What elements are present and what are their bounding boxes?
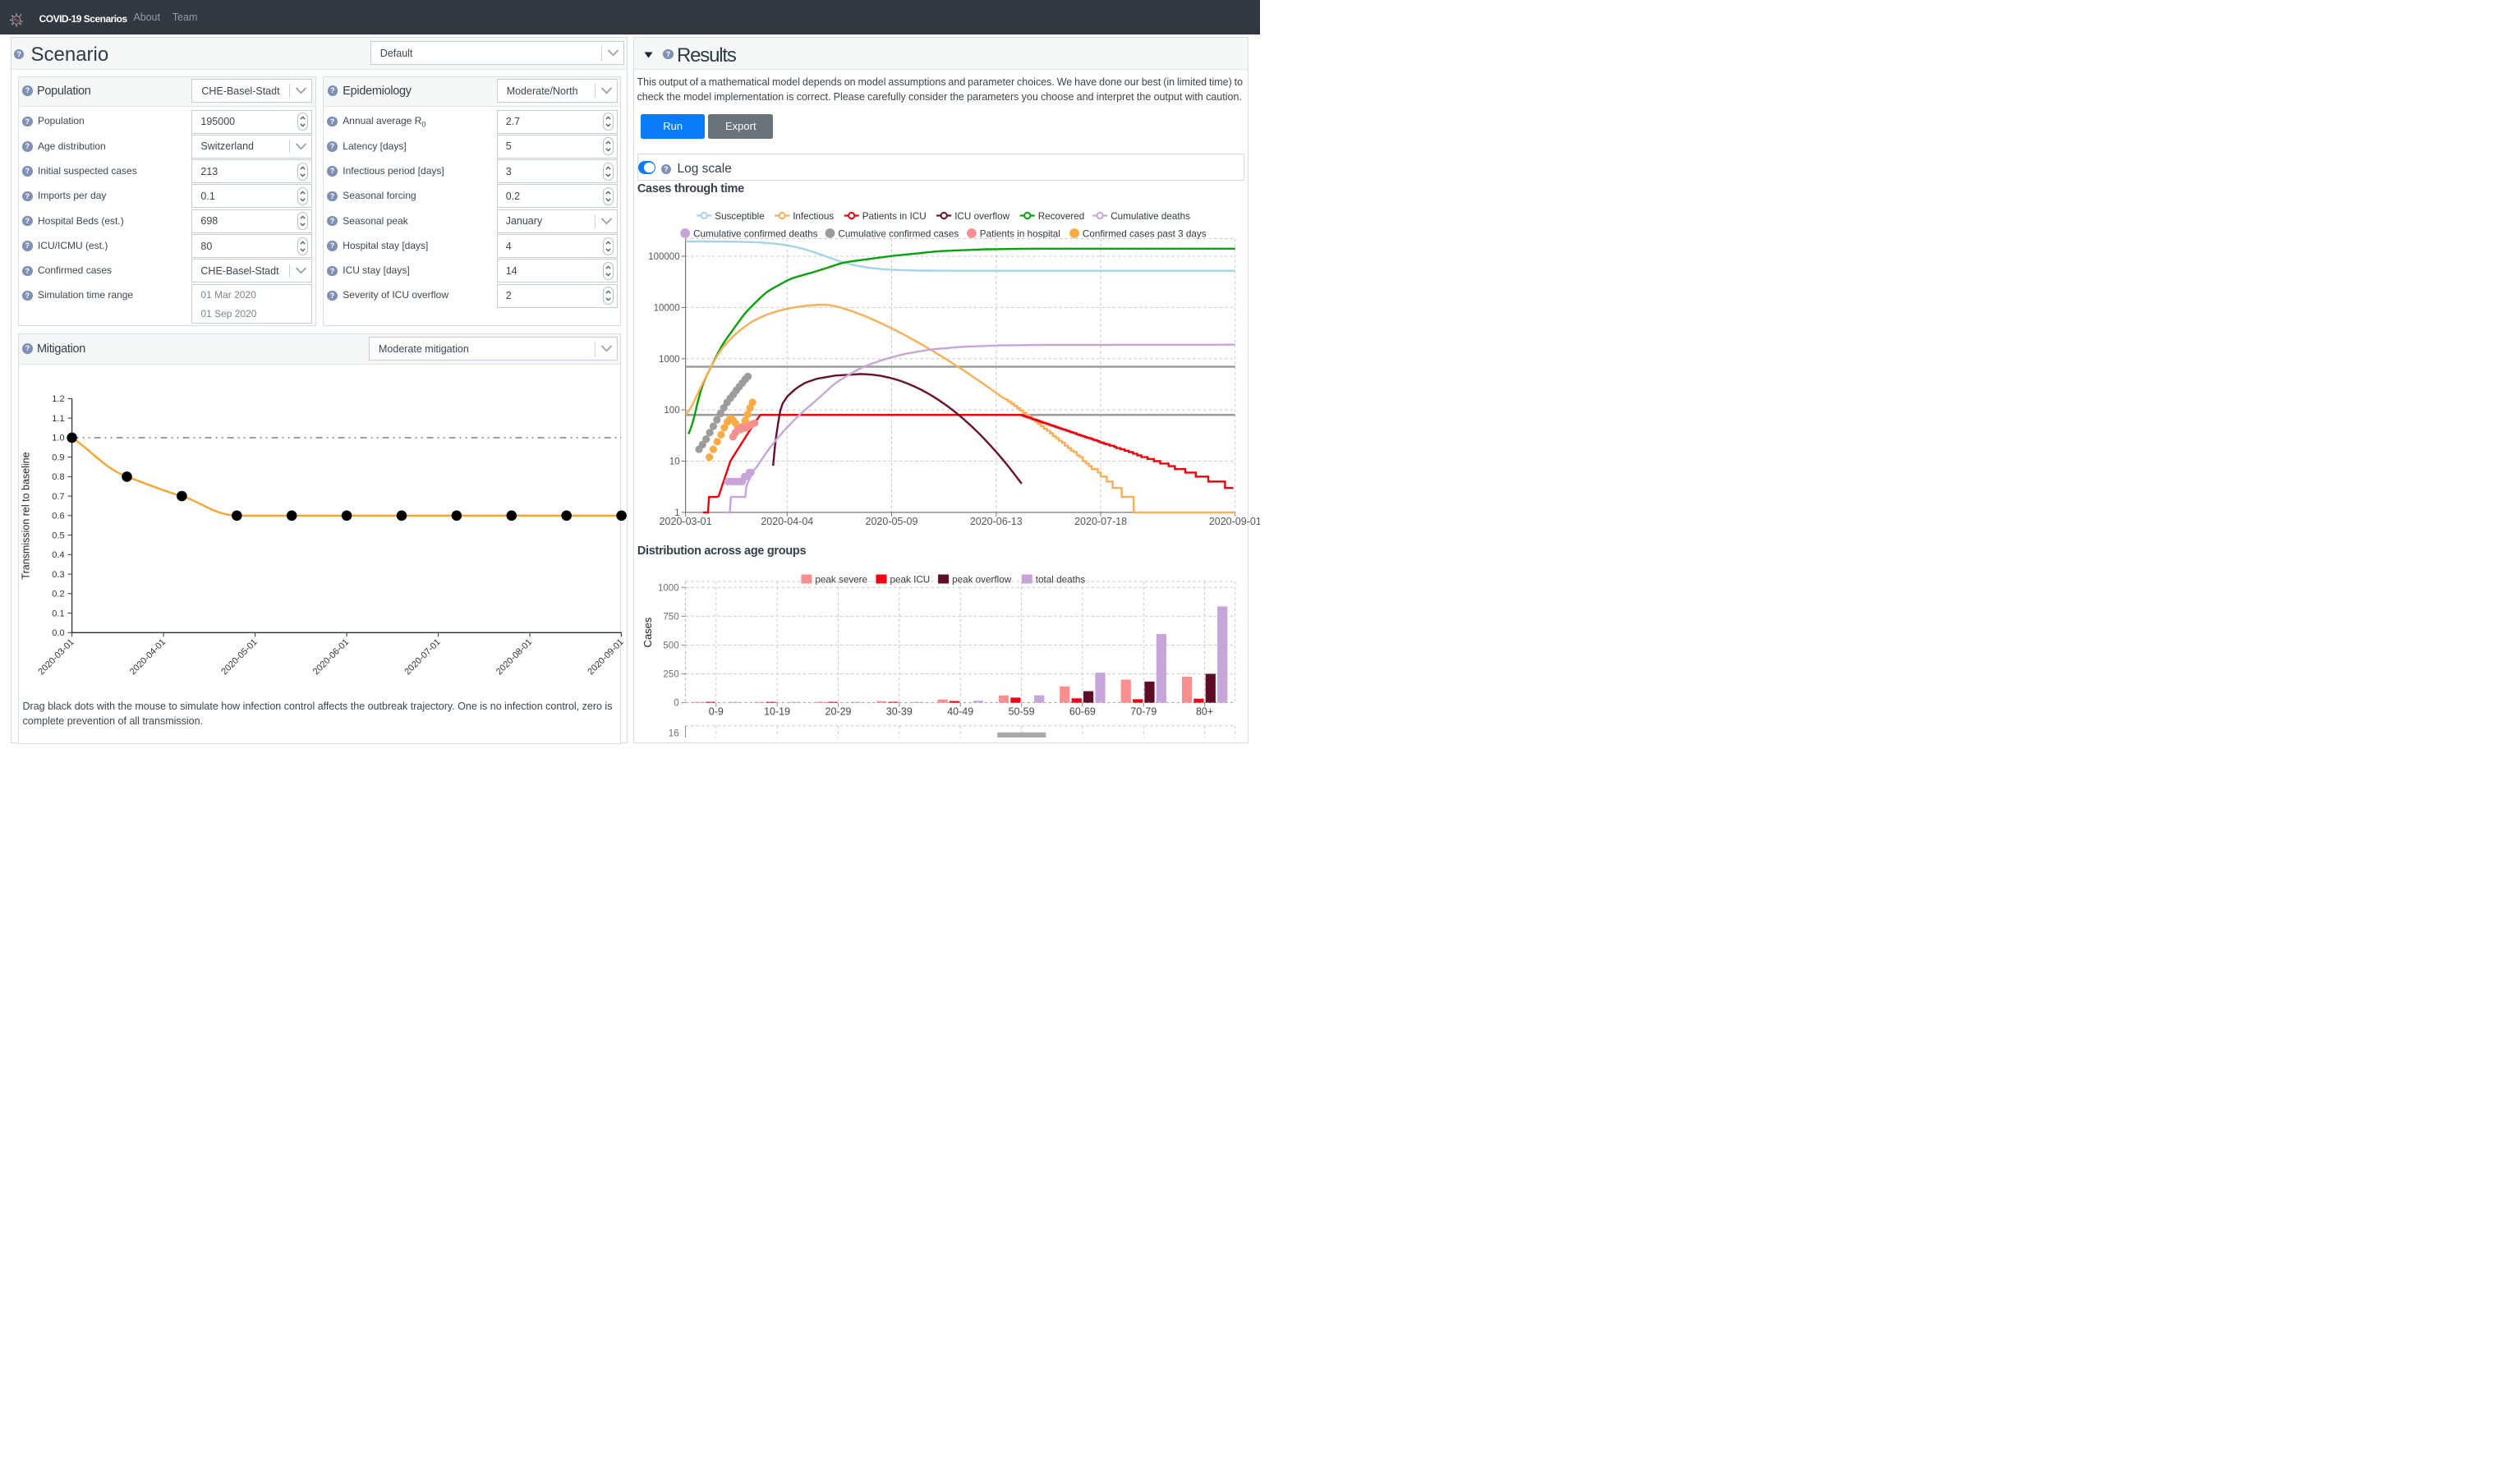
svg-text:750: 750 (663, 612, 678, 622)
svg-text:peak overflow: peak overflow (952, 574, 1012, 585)
svg-text:peak severe: peak severe (815, 574, 867, 585)
svg-text:60-69: 60-69 (1069, 706, 1096, 718)
svg-text:16: 16 (669, 729, 679, 738)
svg-text:0-9: 0-9 (709, 706, 724, 718)
svg-text:20-29: 20-29 (825, 706, 852, 718)
svg-text:500: 500 (663, 641, 678, 651)
svg-text:0: 0 (674, 699, 678, 709)
svg-text:80+: 80+ (1196, 706, 1213, 718)
svg-text:40-49: 40-49 (947, 706, 973, 718)
svg-text:1000: 1000 (658, 583, 679, 593)
svg-text:Cases: Cases (641, 617, 654, 647)
svg-text:total deaths: total deaths (1036, 574, 1086, 585)
svg-text:10-19: 10-19 (764, 706, 790, 718)
svg-text:250: 250 (663, 670, 678, 680)
svg-text:30-39: 30-39 (886, 706, 913, 718)
svg-text:peak ICU: peak ICU (890, 574, 931, 585)
svg-text:70-79: 70-79 (1130, 706, 1157, 718)
svg-text:50-59: 50-59 (1009, 706, 1035, 718)
